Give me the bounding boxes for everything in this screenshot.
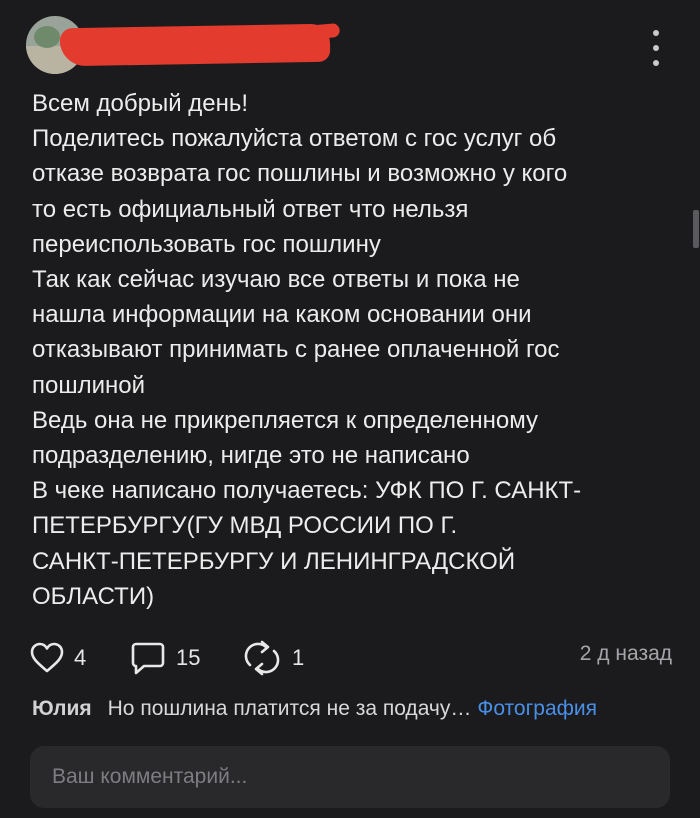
comment-input-box[interactable] [30,746,670,808]
post-text-line: пошлиной [32,371,146,399]
last-comment-preview[interactable]: Юлия Но пошлина платится не за подачу… Ф… [32,694,672,724]
redacted-author-name [59,23,331,67]
post-text-line: В чеке написано получаетесь: УФК ПО Г. С… [32,477,582,505]
post-timestamp: 2 д назад [579,642,672,665]
post-text: Всем добрый день! Поделитесь пожалуйста … [32,86,672,614]
post-text-line: ОБЛАСТИ) [32,582,155,610]
post-text-line: отказывают принимать с ранее оплаченной … [32,336,560,364]
repost-button[interactable]: 1 [242,636,304,680]
comments-button[interactable]: 15 [130,636,200,680]
comment-text[interactable]: Но пошлина платится не за подачу… [108,697,472,721]
comment-input[interactable] [50,764,650,790]
repost-count: 1 [292,645,305,670]
more-vertical-icon[interactable] [646,30,666,66]
post-text-line: нашла информации на каком основании они [32,301,532,329]
post-text-line: Всем добрый день! [32,90,249,117]
like-count: 4 [74,645,87,670]
post-text-line: переиспользовать гос пошлину [32,230,381,258]
like-button[interactable]: 4 [30,636,86,680]
heart-icon [30,642,64,673]
post-header [0,0,700,86]
scrollbar-thumb[interactable] [693,210,699,248]
repost-icon [244,640,280,676]
comment-author[interactable]: Юлия [32,697,92,721]
post-text-line: Так как сейчас изучаю все ответы и пока … [32,266,520,294]
comment-bubble-icon [131,642,165,675]
post-text-line: САНКТ-ПЕТЕРБУРГУ И ЛЕНИНГРАДСКОЙ [32,547,516,575]
post-actions: 4 15 1 2 д назад [30,636,672,680]
post-text-line: то есть официальный ответ что нельзя [32,195,469,223]
comment-attachment-link[interactable]: Фотография [477,697,597,721]
post-text-line: Поделитесь пожалуйста ответом с гос услу… [32,125,557,153]
comment-count: 15 [176,645,201,670]
post-text-line: отказе возврата гос пошлины и возможно у… [32,160,568,188]
post-text-line: ПЕТЕРБУРГУ(ГУ МВД РОССИИ ПО Г. [32,512,458,540]
post-text-line: подразделению, нигде это не написано [32,442,470,470]
post-text-line: Ведь она не прикрепляется к определенном… [32,406,538,434]
